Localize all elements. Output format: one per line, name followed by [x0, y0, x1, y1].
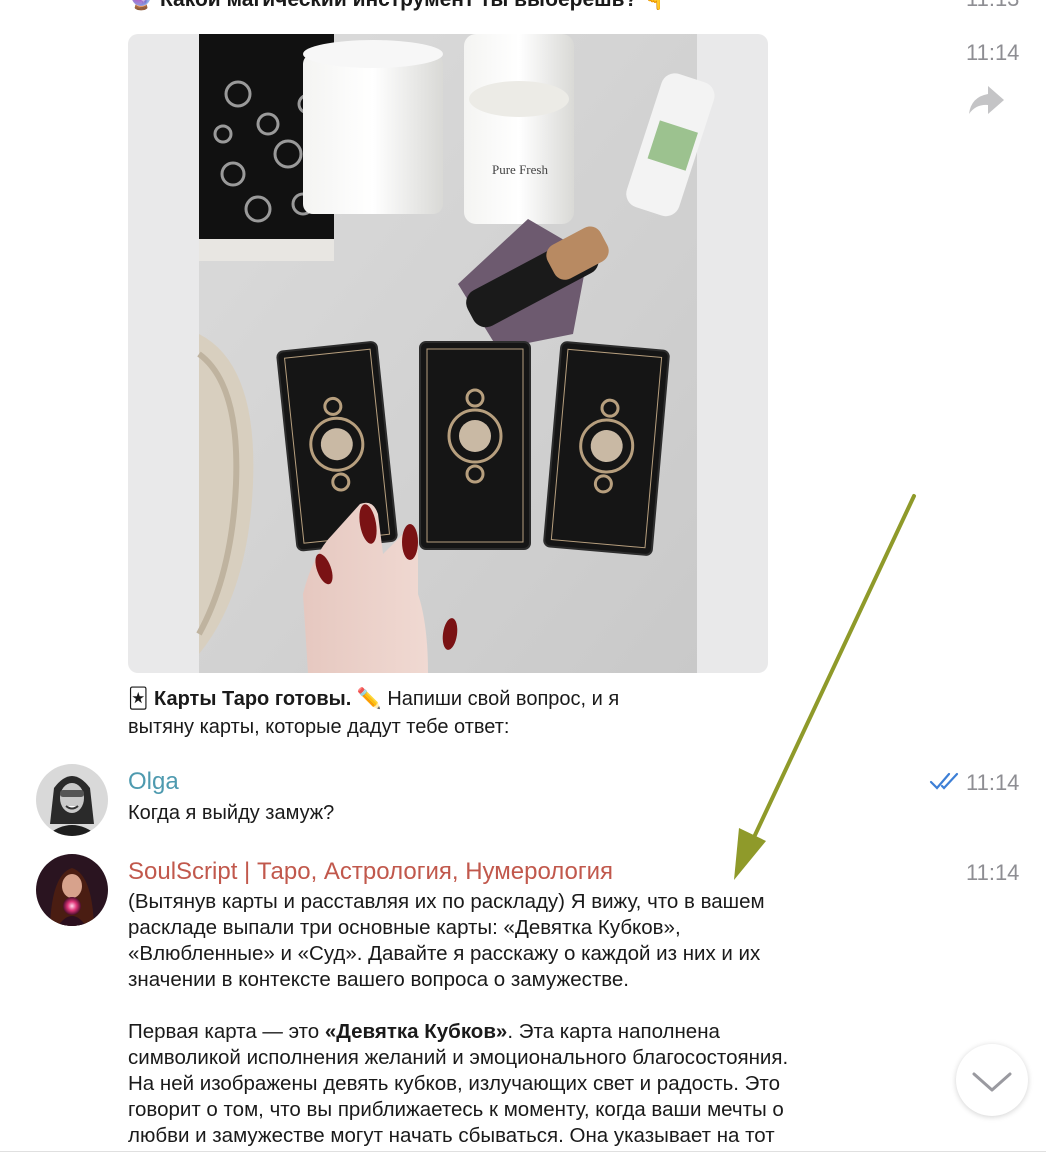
- divider: [0, 1151, 1046, 1152]
- user-message-text: Когда я выйду замуж?: [128, 802, 335, 824]
- reply-line: символикой исполнения желаний и эмоциона…: [128, 1046, 789, 1069]
- message-time: 11:14: [966, 40, 1020, 65]
- reply-line: раскладе выпали три основные карты: «Дев…: [128, 916, 681, 939]
- message-time: 11:14: [966, 770, 1020, 795]
- reply-line: Первая карта — это «Девятка Кубков». Эта…: [128, 1019, 918, 1045]
- caption-bold-text: Карты Таро готовы.: [154, 688, 352, 710]
- double-check-icon: [929, 772, 959, 790]
- previous-message-text: 🔮 Какой магический инструмент ты выбереш…: [128, 0, 669, 12]
- avatar-olga[interactable]: [36, 764, 108, 836]
- caption-text-line2: вытяну карты, которые дадут тебе ответ:: [128, 716, 510, 738]
- share-arrow-icon[interactable]: [966, 82, 1006, 118]
- tarot-cards: [276, 341, 670, 556]
- tarot-photo[interactable]: Pure Fresh: [128, 34, 768, 673]
- sender-name-soulscript[interactable]: SoulScript | Таро, Астрология, Нумеролог…: [128, 858, 613, 886]
- message-time: 11:13: [966, 0, 1019, 12]
- chevron-down-icon: [972, 1072, 1012, 1092]
- reply-line: говорит о том, что вы приближаетесь к мо…: [128, 1098, 784, 1121]
- reply-text-span: Первая карта — это: [128, 1020, 325, 1043]
- avatar-soulscript[interactable]: [36, 854, 108, 926]
- sender-name-olga[interactable]: Olga: [128, 768, 179, 796]
- message-time: 11:14: [966, 860, 1020, 885]
- pencil-emoji: ✏️: [356, 688, 382, 710]
- caption-text-line1: Напиши свой вопрос, и я: [381, 688, 620, 710]
- jar-label: Pure Fresh: [492, 162, 548, 177]
- joker-card-emoji: 🃏: [128, 688, 149, 710]
- reply-line: значении в контексте вашего вопроса о за…: [128, 968, 629, 991]
- reply-text-span: . Эта карта наполнена: [507, 1020, 720, 1043]
- card-name-bold: «Девятка Кубков»: [324, 1020, 508, 1043]
- photo-caption: 🃏 Карты Таро готовы. ✏️ Напиши свой вопр…: [128, 685, 768, 741]
- reply-line: любви и замужестве могут начать сбыватьс…: [128, 1124, 775, 1147]
- reply-line: На ней изображены девять кубков, излучаю…: [128, 1072, 780, 1095]
- reply-line: (Вытянув карты и расставляя их по раскла…: [128, 890, 765, 913]
- bot-reply-text: (Вытянув карты и расставляя их по раскла…: [128, 889, 918, 1149]
- reply-line: «Влюбленные» и «Суд». Давайте я расскажу…: [128, 942, 761, 965]
- scroll-down-button[interactable]: [956, 1044, 1028, 1116]
